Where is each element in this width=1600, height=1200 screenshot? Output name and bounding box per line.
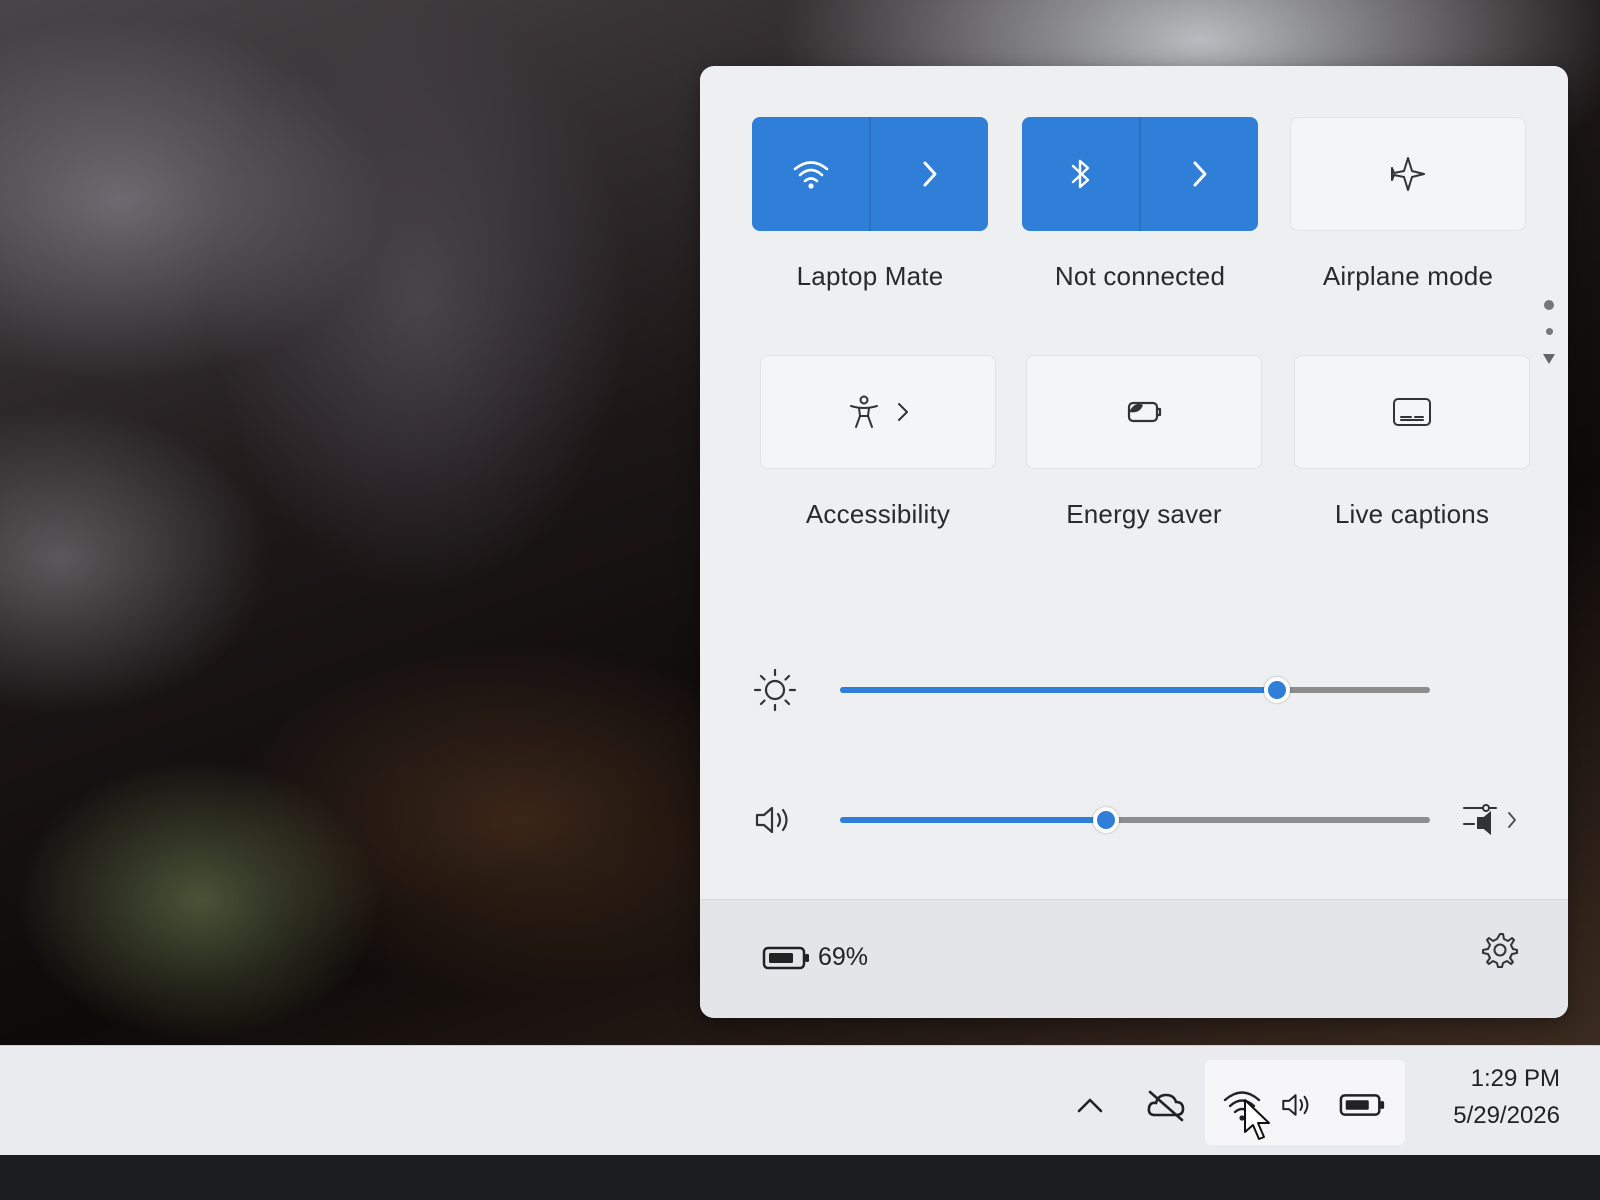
bluetooth-label: Not connected (1054, 261, 1226, 291)
live-captions-tile-group: Live captions (1294, 355, 1530, 530)
speaker-icon[interactable] (750, 790, 800, 850)
settings-button[interactable] (1480, 930, 1520, 970)
clock-time: 1:29 PM (1470, 1065, 1560, 1092)
wifi-tile (752, 117, 988, 231)
battery-tray-icon (1338, 1080, 1388, 1130)
airplane-tile-group: Airplane mode (1290, 117, 1526, 292)
airplane-icon (1388, 154, 1428, 194)
battery-status[interactable]: 69% (762, 943, 868, 972)
brightness-slider-fill (840, 687, 1277, 693)
bluetooth-tile-group: Not connected (1022, 117, 1258, 292)
taskbar-clock[interactable]: 1:29 PM 5/29/2026 (1395, 1060, 1560, 1134)
chevron-down-icon (1542, 353, 1556, 365)
accessibility-tile-group: Accessibility (760, 355, 996, 530)
chevron-right-icon (896, 401, 910, 423)
volume-slider[interactable] (840, 807, 1430, 833)
bluetooth-icon (1068, 156, 1094, 192)
bluetooth-tile (1022, 117, 1258, 231)
chevron-right-icon (920, 159, 940, 189)
live-captions-label: Live captions (1334, 499, 1490, 529)
wifi-tile-group: Laptop Mate (752, 117, 988, 292)
energy-saver-label: Energy saver (1066, 499, 1222, 529)
clock-date: 5/29/2026 (1453, 1102, 1560, 1129)
volume-slider-row (750, 790, 1530, 850)
speaker-icon (1280, 1090, 1316, 1120)
audio-mixer-button[interactable] (1460, 800, 1518, 840)
live-captions-icon (1392, 396, 1432, 428)
bluetooth-expand-button[interactable] (1139, 117, 1258, 231)
wifi-expand-button[interactable] (869, 117, 988, 231)
bluetooth-toggle-button[interactable] (1022, 117, 1139, 231)
audio-mixer-icon (1460, 800, 1500, 840)
battery-icon (762, 945, 812, 971)
energy-saver-icon (1123, 396, 1165, 428)
show-hidden-icons-button[interactable] (1070, 1080, 1110, 1130)
brightness-icon (750, 660, 800, 720)
mouse-cursor-icon (1243, 1098, 1273, 1142)
accessibility-label: Accessibility (805, 499, 951, 529)
cloud-off-icon (1145, 1088, 1187, 1122)
airplane-mode-label: Airplane mode (1322, 261, 1494, 291)
wifi-toggle-button[interactable] (752, 117, 869, 231)
chevron-right-icon (1190, 159, 1210, 189)
battery-percent: 69% (818, 943, 869, 971)
accessibility-button[interactable] (760, 355, 996, 469)
page-indicator[interactable] (1542, 300, 1556, 365)
onedrive-tray-button[interactable] (1143, 1080, 1189, 1130)
volume-slider-thumb[interactable] (1092, 807, 1119, 833)
volume-tray-icon (1278, 1080, 1318, 1130)
wifi-label: Laptop Mate (796, 261, 944, 291)
screen-bezel (0, 1155, 1600, 1200)
battery-icon (1339, 1092, 1387, 1118)
accessibility-icon (846, 394, 882, 430)
energy-saver-button[interactable] (1026, 355, 1262, 469)
page-dot (1545, 328, 1553, 335)
chevron-up-icon (1076, 1096, 1104, 1114)
gear-icon (1480, 930, 1520, 970)
live-captions-button[interactable] (1294, 355, 1530, 469)
energy-saver-tile-group: Energy saver (1026, 355, 1262, 530)
chevron-right-icon (1506, 810, 1518, 830)
brightness-slider-thumb[interactable] (1263, 677, 1290, 703)
wifi-icon (791, 158, 831, 190)
brightness-slider-row (750, 660, 1530, 720)
page-dot (1544, 300, 1554, 310)
brightness-slider[interactable] (840, 677, 1430, 703)
airplane-mode-button[interactable] (1290, 117, 1526, 231)
volume-slider-fill (840, 817, 1106, 823)
